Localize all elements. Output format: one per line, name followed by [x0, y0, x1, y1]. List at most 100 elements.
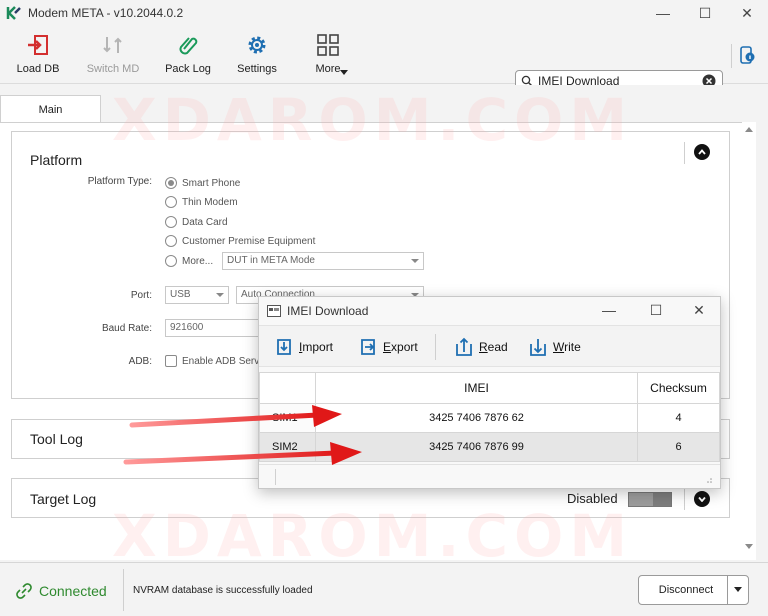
export-button[interactable]: Export	[357, 335, 418, 359]
chevron-down-icon	[698, 496, 706, 502]
imei-table: IMEI Checksum SIM1 3425 7406 7876 62 4 S…	[259, 372, 720, 462]
baud-rate-value: 921600	[170, 322, 204, 333]
main-toolbar: Load DB Switch MD Pack Log Settings More…	[0, 26, 768, 92]
paperclip-icon	[175, 32, 201, 58]
dialog-status-bar	[259, 464, 720, 488]
vertical-scrollbar[interactable]	[742, 122, 756, 560]
import-label: Import	[299, 340, 334, 354]
link-icon	[16, 583, 32, 599]
more-mode-value: DUT in META Mode	[227, 255, 315, 266]
tab-strip: Main	[0, 85, 768, 123]
dialog-app-icon	[267, 305, 281, 317]
target-log-expand-button[interactable]	[694, 491, 710, 507]
write-icon	[530, 339, 546, 356]
checksum-cell: 6	[637, 432, 720, 462]
tab-main-label: Main	[38, 103, 63, 116]
load-db-label: Load DB	[16, 63, 60, 75]
data-card-label: Data Card	[182, 217, 228, 228]
app-logo-icon	[6, 6, 21, 20]
chevron-down-icon	[216, 293, 224, 297]
scroll-down-icon[interactable]	[745, 544, 753, 550]
read-button[interactable]: Read	[453, 335, 508, 359]
scroll-up-icon[interactable]	[745, 126, 753, 132]
chevron-down-icon	[411, 259, 419, 263]
minimize-button[interactable]: —	[640, 0, 686, 26]
phone-info-icon[interactable]	[739, 46, 755, 64]
radio-cpe[interactable]	[165, 235, 177, 247]
gear-icon	[244, 32, 270, 58]
enable-adb-label: Enable ADB Servi	[182, 356, 262, 367]
maximize-button[interactable]: ☐	[682, 0, 728, 26]
target-log-toggle-label: Disabled	[567, 491, 618, 506]
imei-column-header[interactable]: IMEI	[314, 372, 639, 404]
tab-main[interactable]: Main	[0, 95, 101, 123]
disconnect-label: Disconnect	[658, 584, 714, 596]
status-message: NVRAM database is successfully loaded	[133, 585, 313, 596]
imei-cell[interactable]: 3425 7406 7876 62	[314, 403, 639, 433]
port-label: Port:	[130, 290, 152, 301]
disconnect-dropdown-button[interactable]	[727, 575, 749, 605]
dialog-toolbar: Import Export Read Write	[259, 325, 720, 367]
target-log-separator	[684, 488, 685, 510]
maximize-icon: ☐	[698, 4, 712, 21]
dialog-maximize-button[interactable]: ☐	[636, 297, 676, 323]
write-label: Write	[553, 340, 581, 354]
pack-log-button[interactable]: Pack Log	[165, 32, 211, 82]
write-button[interactable]: Write	[527, 335, 581, 359]
export-icon	[361, 339, 375, 355]
more-option-label: More...	[182, 256, 214, 267]
close-button[interactable]: ✕	[724, 0, 768, 26]
target-log-toggle[interactable]	[628, 492, 672, 507]
chevron-up-icon	[698, 149, 706, 155]
imei-cell[interactable]: 3425 7406 7876 99	[314, 432, 639, 462]
load-db-icon	[25, 32, 51, 58]
imei-download-dialog: IMEI Download — ☐ ✕ Import Export Read W…	[258, 296, 721, 489]
grid-icon	[315, 32, 341, 58]
window-title: Modem META - v10.2044.0.2	[28, 6, 184, 20]
close-icon: ✕	[693, 301, 705, 318]
table-row[interactable]: SIM2 3425 7406 7876 99 6	[259, 432, 720, 462]
read-icon	[456, 337, 472, 356]
status-divider	[123, 569, 124, 611]
export-label: Export	[383, 340, 418, 354]
platform-collapse-button[interactable]	[694, 144, 710, 160]
cpe-label: Customer Premise Equipment	[182, 236, 316, 247]
target-log-title: Target Log	[30, 491, 97, 507]
more-label: More	[315, 63, 341, 75]
switch-md-icon	[100, 32, 126, 58]
load-db-button[interactable]: Load DB	[16, 32, 60, 82]
disconnect-button[interactable]: Disconnect	[638, 575, 734, 605]
checksum-column-header[interactable]: Checksum	[637, 372, 720, 404]
sim-slot-cell: SIM1	[259, 403, 316, 433]
dialog-minimize-button[interactable]: —	[589, 297, 629, 323]
settings-label: Settings	[237, 63, 277, 75]
tool-log-title: Tool Log	[30, 431, 83, 447]
status-bar: Connected NVRAM database is successfully…	[0, 562, 768, 616]
radio-more[interactable]	[165, 255, 177, 267]
resize-grip-icon[interactable]	[704, 475, 712, 483]
dialog-close-button[interactable]: ✕	[679, 297, 719, 323]
enable-adb-checkbox[interactable]	[165, 355, 177, 367]
baud-rate-label: Baud Rate:	[101, 323, 152, 334]
radio-data-card[interactable]	[165, 216, 177, 228]
connection-status: Connected	[39, 583, 107, 599]
minimize-icon: —	[602, 302, 616, 318]
sim-slot-cell: SIM2	[259, 432, 316, 462]
more-dropdown-icon	[340, 70, 348, 75]
import-button[interactable]: Import	[273, 335, 333, 359]
radio-smart-phone[interactable]	[165, 177, 177, 189]
title-bar: Modem META - v10.2044.0.2 — ☐ ✕	[0, 0, 768, 26]
minimize-icon: —	[656, 5, 670, 21]
port-value: USB	[170, 289, 191, 300]
settings-button[interactable]: Settings	[237, 32, 277, 82]
slot-column-header	[259, 372, 316, 404]
switch-md-button[interactable]: Switch MD	[87, 32, 139, 82]
toggle-knob	[653, 493, 671, 506]
radio-thin-modem[interactable]	[165, 196, 177, 208]
thin-modem-label: Thin Modem	[182, 197, 238, 208]
maximize-icon: ☐	[649, 301, 663, 318]
port-select[interactable]: USB	[165, 286, 229, 304]
more-mode-select[interactable]: DUT in META Mode	[222, 252, 424, 270]
close-icon: ✕	[741, 4, 753, 21]
table-row[interactable]: SIM1 3425 7406 7876 62 4	[259, 403, 720, 433]
